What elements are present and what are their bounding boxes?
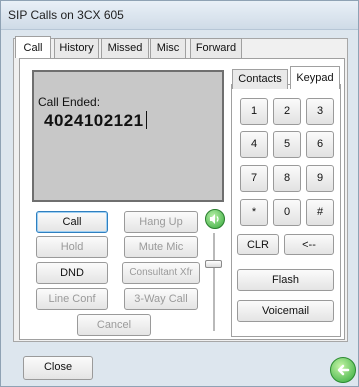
call-status-label: Call Ended: (38, 95, 101, 109)
hold-button[interactable]: Hold (36, 236, 108, 258)
cancel-button[interactable]: Cancel (77, 314, 151, 336)
voicemail-button[interactable]: Voicemail (237, 300, 334, 322)
tab-contacts[interactable]: Contacts (232, 69, 288, 89)
keypad-key-star[interactable]: * (240, 199, 268, 226)
close-button[interactable]: Close (23, 356, 93, 380)
keypad-key-8[interactable]: 8 (273, 165, 301, 192)
keypad-key-4[interactable]: 4 (240, 131, 268, 158)
keypad-key-7[interactable]: 7 (240, 165, 268, 192)
dnd-button[interactable]: DND (36, 262, 108, 284)
keypad-key-3[interactable]: 3 (306, 98, 334, 125)
call-display: Call Ended: 4024102121 (32, 70, 224, 202)
keypad-key-9[interactable]: 9 (306, 165, 334, 192)
keypad-key-6[interactable]: 6 (306, 131, 334, 158)
keypad-key-0[interactable]: 0 (273, 199, 301, 226)
window-title: SIP Calls on 3CX 605 (8, 8, 124, 22)
tab-keypad[interactable]: Keypad (290, 66, 340, 89)
flash-button[interactable]: Flash (237, 269, 334, 291)
speaker-icon[interactable] (205, 209, 225, 229)
tab-misc[interactable]: Misc (150, 38, 186, 58)
hang-up-button[interactable]: Hang Up (124, 211, 198, 233)
app-window: SIP Calls on 3CX 605 Call History Missed… (0, 0, 359, 387)
dialed-number: 4024102121 (44, 111, 144, 130)
keypad-key-1[interactable]: 1 (240, 98, 268, 125)
left-arrow-glyph (337, 364, 350, 376)
keypad-key-2[interactable]: 2 (273, 98, 301, 125)
mute-mic-button[interactable]: Mute Mic (124, 236, 198, 258)
tab-call[interactable]: Call (15, 36, 51, 58)
tab-missed[interactable]: Missed (101, 38, 149, 58)
dialed-number-container[interactable]: 4024102121 (44, 111, 147, 131)
keypad-key-5[interactable]: 5 (273, 131, 301, 158)
backspace-button[interactable]: <-- (284, 234, 334, 255)
call-button[interactable]: Call (36, 211, 108, 233)
tab-forward[interactable]: Forward (190, 38, 242, 58)
speaker-glyph (210, 214, 219, 224)
text-caret (145, 111, 147, 129)
title-bar: SIP Calls on 3CX 605 (1, 1, 358, 30)
volume-slider-track[interactable] (213, 233, 215, 331)
tab-history[interactable]: History (54, 38, 99, 58)
consultant-xfr-button[interactable]: Consultant Xfr (122, 262, 200, 284)
volume-slider-thumb[interactable] (205, 260, 222, 268)
keypad-key-hash[interactable]: # (306, 199, 334, 226)
three-way-call-button[interactable]: 3-Way Call (124, 288, 198, 310)
clr-button[interactable]: CLR (237, 234, 279, 255)
green-arrow-icon[interactable] (330, 357, 356, 383)
line-conf-button[interactable]: Line Conf (36, 288, 108, 310)
